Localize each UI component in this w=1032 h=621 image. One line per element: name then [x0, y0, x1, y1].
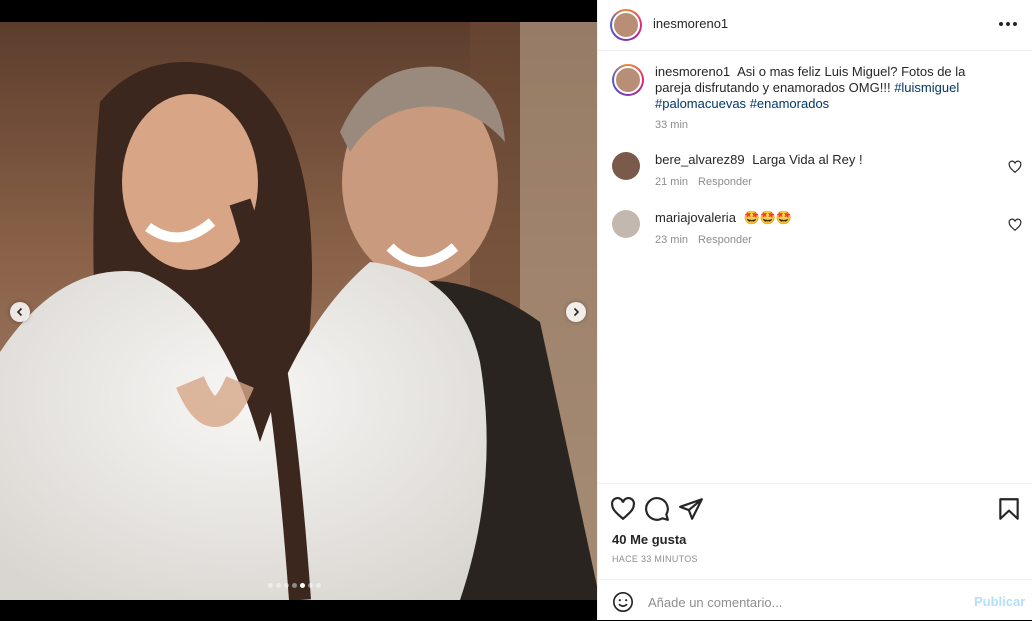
chevron-right-icon: [573, 307, 580, 317]
comment-meta: 23 min Responder: [655, 234, 752, 246]
author-username[interactable]: inesmoreno1: [653, 16, 728, 31]
commenter-username[interactable]: mariajovaleria: [655, 210, 736, 225]
carousel-dot: [316, 583, 321, 588]
hashtag-link[interactable]: #luismiguel: [894, 80, 959, 95]
publish-button[interactable]: Publicar: [974, 594, 1025, 609]
caption: inesmoreno1 Asi o mas feliz Luis Miguel?…: [612, 64, 1022, 134]
comment-icon[interactable]: [644, 496, 670, 522]
bookmark-icon[interactable]: [996, 496, 1022, 522]
heart-icon[interactable]: [1008, 160, 1022, 174]
comments-list: inesmoreno1 Asi o mas feliz Luis Miguel?…: [598, 51, 1032, 483]
carousel-indicator: [268, 583, 321, 588]
post-timestamp[interactable]: HACE 33 MINUTOS: [612, 554, 698, 564]
carousel-dot: [276, 583, 281, 588]
reply-button[interactable]: Responder: [698, 234, 752, 246]
post-actions: 40 Me gusta HACE 33 MINUTOS: [598, 483, 1032, 580]
comment-text: mariajovaleria 🤩🤩🤩: [655, 210, 995, 226]
comment-item: mariajovaleria 🤩🤩🤩 23 min Responder: [612, 210, 1022, 250]
likes-count[interactable]: 40 Me gusta: [612, 532, 686, 547]
comment-body: 🤩🤩🤩: [743, 210, 793, 225]
carousel-dot: [308, 583, 313, 588]
comment-text: bere_alvarez89 Larga Vida al Rey !: [655, 152, 995, 168]
carousel-dot: [292, 583, 297, 588]
heart-icon[interactable]: [610, 496, 636, 522]
commenter-avatar[interactable]: [612, 210, 640, 238]
caption-username[interactable]: inesmoreno1: [655, 64, 730, 79]
post-header: inesmoreno1: [598, 0, 1032, 51]
post-photo: [0, 22, 597, 600]
carousel-dot: [268, 583, 273, 588]
author-avatar[interactable]: [610, 9, 642, 41]
comment-item: bere_alvarez89 Larga Vida al Rey ! 21 mi…: [612, 152, 1022, 192]
heart-icon[interactable]: [1008, 218, 1022, 232]
comment-body: Larga Vida al Rey !: [752, 152, 863, 167]
more-options-icon[interactable]: [998, 14, 1018, 34]
carousel-dot: [300, 583, 305, 588]
comment-timestamp[interactable]: 21 min: [655, 176, 688, 188]
reply-button[interactable]: Responder: [698, 176, 752, 188]
comment-input[interactable]: [646, 590, 950, 614]
caption-meta: 33 min: [655, 119, 688, 131]
carousel-prev-button[interactable]: [10, 302, 30, 322]
caption-timestamp[interactable]: 33 min: [655, 119, 688, 131]
caption-text: inesmoreno1 Asi o mas feliz Luis Miguel?…: [655, 64, 995, 112]
comment-composer: Publicar: [598, 579, 1032, 621]
media-panel: [0, 0, 597, 620]
hashtag-link[interactable]: #enamorados: [750, 96, 830, 111]
comment-meta: 21 min Responder: [655, 176, 752, 188]
send-icon[interactable]: [678, 496, 704, 522]
instagram-post-modal: inesmoreno1 inesmoreno1 Asi o mas feliz …: [0, 0, 1032, 620]
commenter-avatar[interactable]: [612, 152, 640, 180]
chevron-left-icon: [16, 307, 23, 317]
caption-avatar[interactable]: [612, 64, 644, 96]
comment-timestamp[interactable]: 23 min: [655, 234, 688, 246]
carousel-next-button[interactable]: [566, 302, 586, 322]
carousel-dot: [284, 583, 289, 588]
post-details-panel: inesmoreno1 inesmoreno1 Asi o mas feliz …: [597, 0, 1032, 620]
emoji-icon[interactable]: [612, 591, 634, 613]
commenter-username[interactable]: bere_alvarez89: [655, 152, 745, 167]
hashtag-link[interactable]: #palomacuevas: [655, 96, 746, 111]
